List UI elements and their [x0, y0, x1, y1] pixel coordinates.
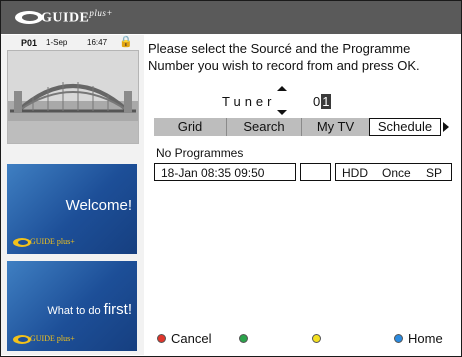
tabs-right-arrow-icon[interactable] [443, 122, 449, 132]
tuner-up-arrow[interactable] [277, 86, 287, 91]
logo-text: GUIDE [41, 10, 90, 26]
cancel-button[interactable]: Cancel [171, 331, 211, 346]
guideplus-logo-mark [15, 11, 43, 24]
what-to-do-text: What to do [47, 305, 101, 317]
guideplus-mini-mark [13, 335, 31, 344]
date-time-field[interactable]: 18-Jan 08:35 09:50 [154, 163, 296, 181]
blue-key-icon[interactable] [394, 334, 403, 343]
frequency-value: Once [382, 166, 411, 180]
guideplus-mini-logo: GUIDE plus+ [13, 237, 75, 249]
guideplus-mini-logo: GUIDE plus+ [13, 334, 75, 346]
green-key-icon[interactable] [239, 334, 248, 343]
tv-preview-image [7, 50, 139, 144]
lock-icon: 🔒 [119, 36, 133, 48]
quality-value: SP [426, 166, 443, 180]
programme-number-field[interactable]: 01 [313, 94, 332, 109]
status-time: 16:47 [87, 38, 108, 47]
red-key-icon[interactable] [157, 334, 166, 343]
home-button[interactable]: Home [408, 331, 443, 346]
tuner-down-arrow[interactable] [277, 110, 287, 115]
menu-tabs: Grid Search My TV Schedule [154, 118, 441, 136]
tab-grid[interactable]: Grid [154, 118, 226, 136]
mini-logo-text: GUIDE plus+ [30, 237, 75, 246]
top-bar: GUIDEplus+ [1, 1, 461, 34]
harbour-bridge-picture [8, 51, 138, 143]
left-column: P01 1-Sep 16:47 🔒 Welcome! GUIDE plus+ W… [1, 35, 144, 355]
welcome-text: Welcome! [65, 197, 132, 214]
footer-color-keys: Cancel Home [146, 330, 460, 348]
no-programmes-label: No Programmes [156, 146, 244, 160]
mini-logo-text: GUIDE plus+ [30, 334, 75, 343]
tab-my-tv[interactable]: My TV [301, 118, 369, 136]
tab-schedule[interactable]: Schedule [369, 118, 441, 136]
what-to-do-first-banner[interactable]: What to do first! GUIDE plus+ [7, 261, 137, 351]
logo-sup: plus+ [89, 8, 113, 18]
source-selector[interactable]: Tuner [222, 94, 275, 109]
record-options-field[interactable]: HDD Once SP [335, 163, 452, 181]
guideplus-mini-mark [13, 238, 31, 247]
programme-number-cursor: 1 [321, 94, 332, 109]
device-value: HDD [342, 166, 368, 180]
channel-number: P01 [21, 38, 38, 48]
instruction-text: Please select the Sourcé and the Program… [148, 41, 420, 73]
welcome-banner[interactable]: Welcome! GUIDE plus+ [7, 164, 137, 254]
first-text: first! [103, 301, 132, 318]
tab-search[interactable]: Search [226, 118, 301, 136]
status-date: 1-Sep [46, 38, 68, 47]
blank-field[interactable] [300, 163, 331, 181]
status-line: P01 1-Sep 16:47 🔒 [1, 35, 144, 49]
programme-number-prefix: 0 [313, 94, 322, 109]
yellow-key-icon[interactable] [312, 334, 321, 343]
